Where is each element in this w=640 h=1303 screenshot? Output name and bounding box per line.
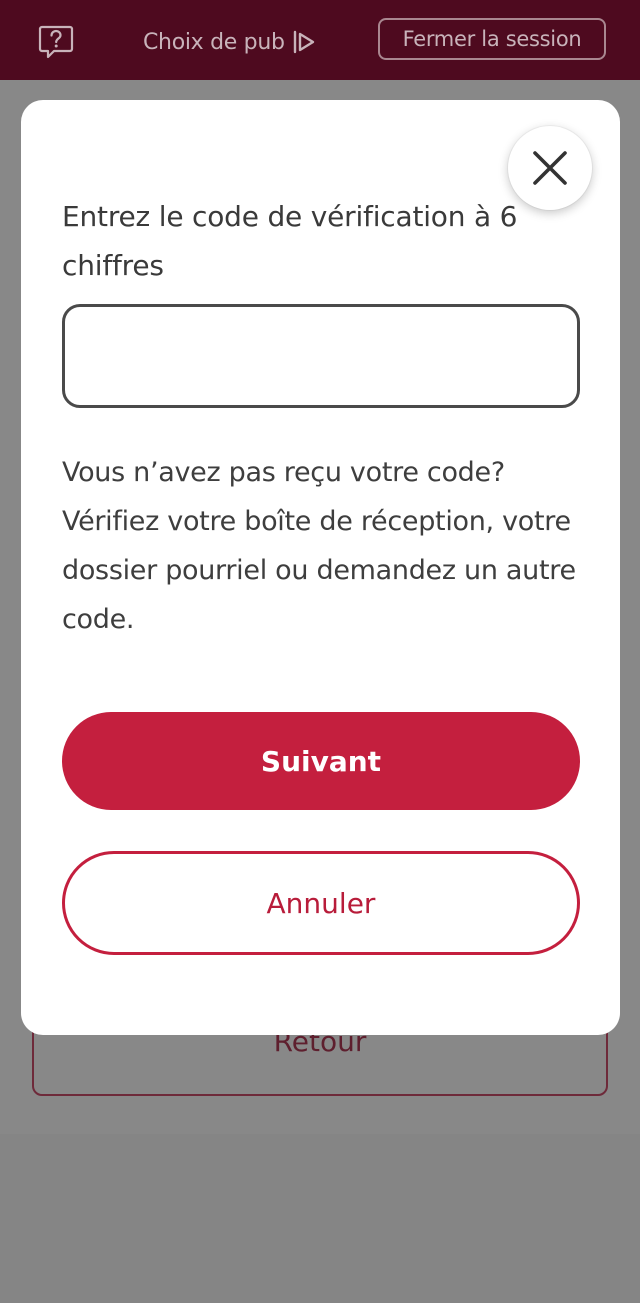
next-button[interactable]: Suivant [62, 712, 580, 810]
verification-code-input[interactable] [62, 304, 580, 408]
help-button[interactable] [38, 24, 74, 60]
adchoices-icon [293, 30, 314, 54]
close-icon [533, 151, 567, 185]
cancel-button[interactable]: Annuler [62, 851, 580, 955]
adchoices-link[interactable]: Choix de pub [143, 26, 317, 58]
verification-modal: Entrez le code de vérification à 6 chiff… [21, 100, 620, 1035]
cancel-label: Annuler [266, 886, 376, 920]
code-help-text: Vous n’avez pas reçu votre code? Vérifie… [62, 457, 576, 635]
top-bar: Choix de pub Fermer la session [0, 0, 640, 80]
verification-prompt: Entrez le code de vérification à 6 chiff… [62, 200, 518, 282]
next-label: Suivant [260, 744, 382, 778]
logout-button[interactable]: Fermer la session [378, 18, 606, 60]
adchoices-label: Choix de pub [143, 29, 285, 55]
speech-bubble-question-icon [38, 25, 74, 59]
logout-label: Fermer la session [402, 27, 582, 51]
